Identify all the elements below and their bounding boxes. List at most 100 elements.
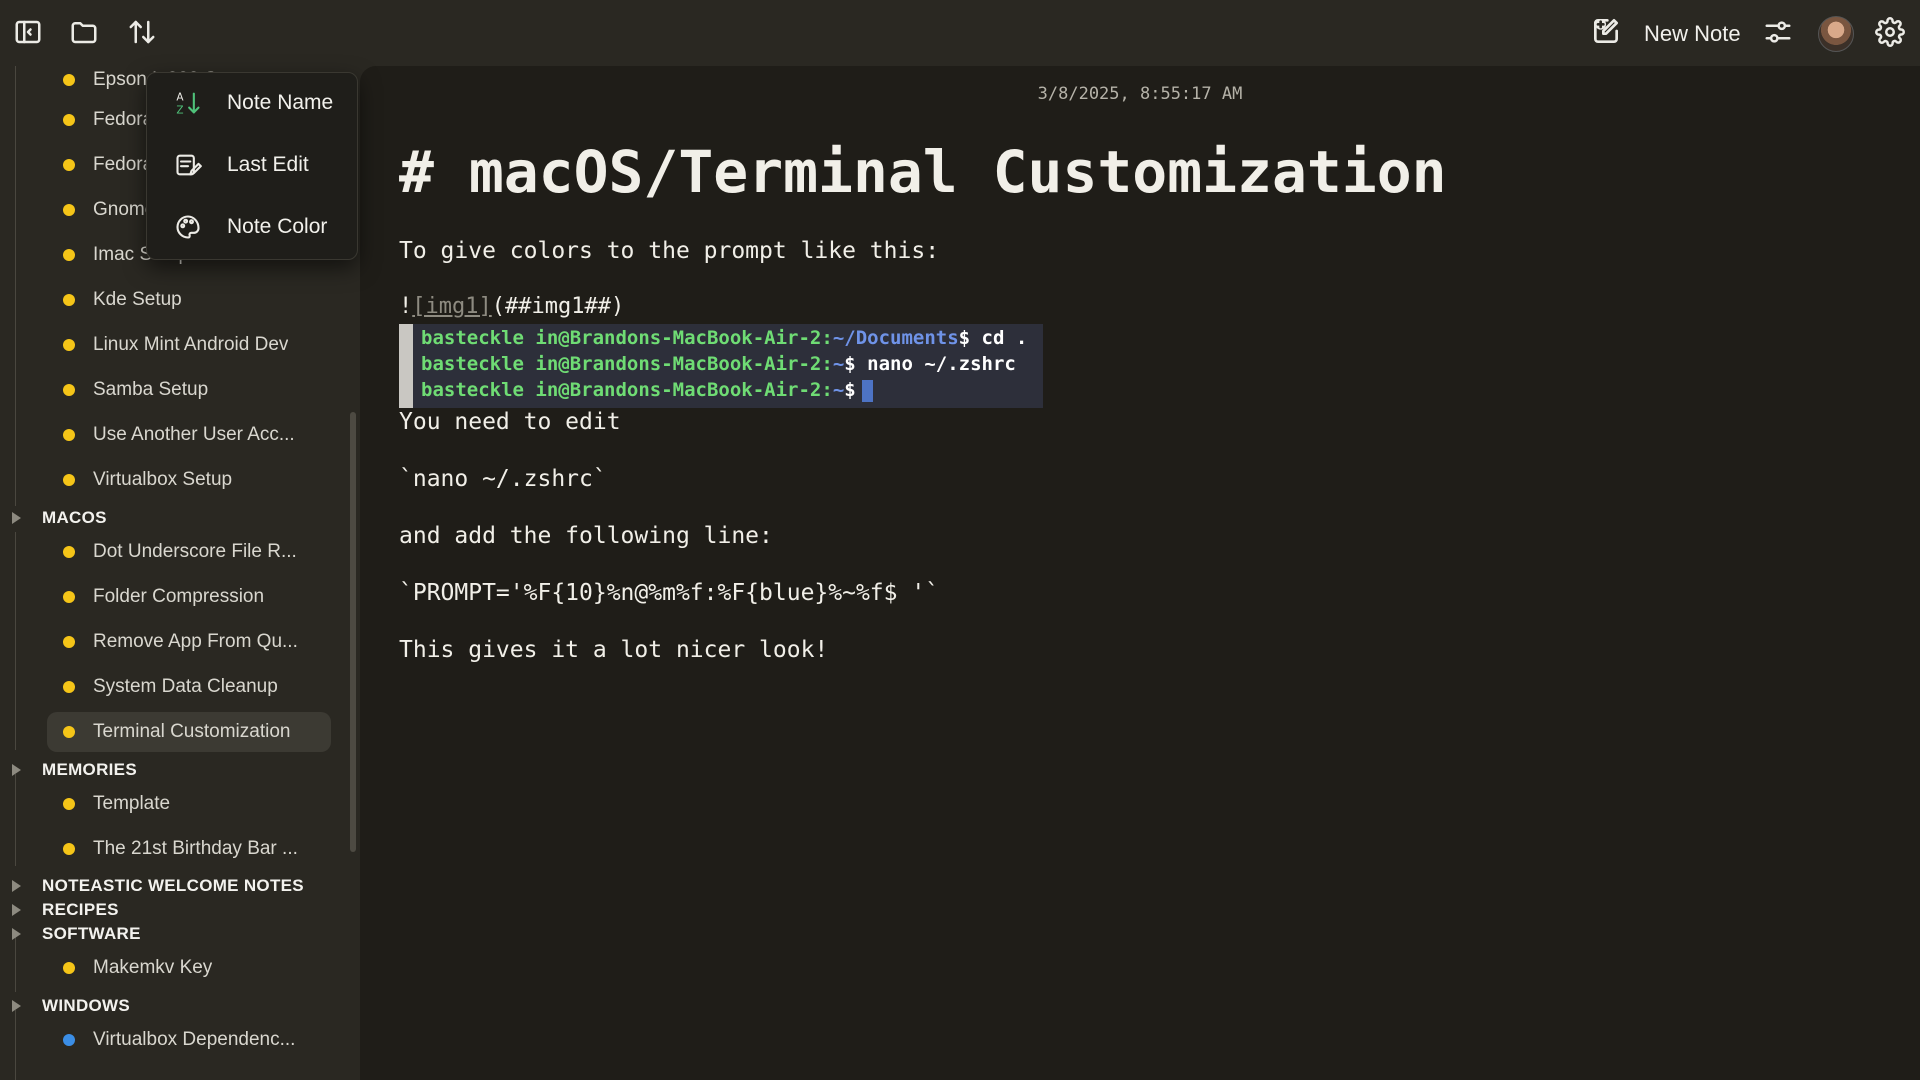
list-item[interactable]: Linux Mint Android Dev (47, 325, 331, 365)
expand-chevron-icon[interactable] (12, 512, 21, 524)
menu-item-label: Last Edit (227, 153, 309, 176)
palette-icon (173, 212, 203, 242)
note-color-dot (63, 474, 75, 486)
terminal-user: basteckle in@Brandons-MacBook-Air-2: (421, 353, 833, 375)
note-label: Remove App From Qu... (93, 631, 298, 652)
sort-menu: AZ Note Name Last Edit Note Color (146, 72, 358, 260)
folder-label: RECIPES (42, 900, 119, 919)
list-item[interactable]: Folder Compression (47, 577, 331, 617)
note-color-dot (63, 74, 75, 86)
new-note-button[interactable]: New Note (1590, 14, 1741, 54)
svg-text:Z: Z (176, 105, 183, 117)
expand-chevron-icon[interactable] (12, 1000, 21, 1012)
terminal-command: $ nano ~/.zshrc (844, 353, 1016, 375)
terminal-user: basteckle in@Brandons-MacBook-Air-2: (421, 379, 833, 401)
folder-software[interactable]: SOFTWARE (12, 922, 141, 946)
note-label: Virtualbox Setup (93, 469, 233, 490)
list-item[interactable]: Samba Setup (47, 370, 331, 410)
note-label: Template (93, 793, 171, 814)
note-label: The 21st Birthday Bar ... (93, 838, 298, 859)
note-label: Makemkv Key (93, 957, 213, 978)
terminal-cursor (861, 379, 873, 402)
folder-memories[interactable]: MEMORIES (12, 758, 137, 782)
expand-chevron-icon[interactable] (12, 904, 21, 916)
sidebar-toggle-icon[interactable] (12, 16, 44, 48)
note-color-dot (63, 429, 75, 441)
folder-label: MACOS (42, 508, 107, 527)
list-item[interactable]: Dot Underscore File R... (47, 532, 331, 572)
list-item[interactable]: Virtualbox Dependenc... (47, 1020, 331, 1060)
note-color-dot (63, 591, 75, 603)
paragraph[interactable]: and add the following line: (399, 523, 773, 549)
sort-az-icon: AZ (173, 88, 203, 118)
terminal-command: $ cd . (958, 327, 1028, 349)
note-color-dot (63, 636, 75, 648)
folder-icon[interactable] (68, 16, 100, 48)
image-link[interactable]: [img1] (412, 294, 491, 319)
menu-item-note-color[interactable]: Note Color (147, 199, 357, 255)
list-item[interactable]: Kde Setup (47, 280, 331, 320)
sidebar-scrollbar[interactable] (350, 412, 356, 852)
list-item[interactable]: The 21st Birthday Bar ... (47, 829, 331, 869)
folder-label: SOFTWARE (42, 924, 141, 943)
svg-text:A: A (176, 92, 184, 104)
list-item-selected[interactable]: Terminal Customization (47, 712, 331, 752)
code-inline[interactable]: `PROMPT='%F{10}%n@%m%f:%F{blue}%~%f$ '` (399, 580, 939, 606)
terminal-image: basteckle in@Brandons-MacBook-Air-2:~/Do… (399, 324, 1043, 408)
note-color-dot (63, 1034, 75, 1046)
note-label: Virtualbox Dependenc... (93, 1029, 296, 1050)
list-item[interactable]: Remove App From Qu... (47, 622, 331, 662)
gear-icon[interactable] (1874, 16, 1906, 48)
folder-recipes[interactable]: RECIPES (12, 898, 119, 922)
menu-item-note-name[interactable]: AZ Note Name (147, 75, 357, 131)
note-color-dot (63, 249, 75, 261)
note-editor[interactable]: 3/8/2025, 8:55:17 AM # macOS/Terminal Cu… (360, 66, 1920, 1080)
tree-line (15, 1010, 16, 1080)
note-label: Kde Setup (93, 289, 182, 310)
note-label: System Data Cleanup (93, 676, 278, 697)
paragraph[interactable]: To give colors to the prompt like this: (399, 238, 939, 264)
paragraph[interactable]: This gives it a lot nicer look! (399, 637, 828, 663)
note-label: Use Another User Acc... (93, 424, 295, 445)
note-color-dot (63, 384, 75, 396)
folder-noteastic-welcome-notes[interactable]: NOTEASTIC WELCOME NOTES (12, 874, 304, 898)
expand-chevron-icon[interactable] (12, 764, 21, 776)
note-heading[interactable]: # macOS/Terminal Customization (399, 138, 1447, 206)
terminal-command: $ (844, 379, 856, 401)
expand-chevron-icon[interactable] (12, 880, 21, 892)
sort-icon[interactable] (126, 16, 158, 48)
folder-macos[interactable]: MACOS (12, 506, 107, 530)
list-item[interactable]: Use Another User Acc... (47, 415, 331, 455)
menu-item-label: Note Color (227, 215, 328, 238)
folder-label: WINDOWS (42, 996, 131, 1015)
filter-sliders-icon[interactable] (1762, 16, 1794, 48)
note-color-dot (63, 159, 75, 171)
note-color-dot (63, 798, 75, 810)
expand-chevron-icon[interactable] (12, 928, 21, 940)
note-color-dot (63, 339, 75, 351)
code-inline[interactable]: `nano ~/.zshrc` (399, 466, 607, 492)
note-timestamp: 3/8/2025, 8:55:17 AM (1037, 84, 1243, 104)
note-label: Dot Underscore File R... (93, 541, 297, 562)
folder-windows[interactable]: WINDOWS (12, 994, 130, 1018)
note-label: Folder Compression (93, 586, 265, 607)
last-edit-icon (173, 150, 203, 180)
list-item[interactable]: Makemkv Key (47, 948, 331, 988)
paragraph[interactable]: You need to edit (399, 409, 621, 435)
list-item[interactable]: Template (47, 784, 331, 824)
menu-item-label: Note Name (227, 91, 334, 114)
top-toolbar: New Note (0, 0, 1920, 66)
menu-item-last-edit[interactable]: Last Edit (147, 137, 357, 193)
new-note-label: New Note (1644, 21, 1741, 46)
list-item[interactable]: System Data Cleanup (47, 667, 331, 707)
avatar[interactable] (1818, 16, 1854, 52)
new-note-icon (1590, 15, 1622, 53)
note-label: Terminal Customization (93, 721, 291, 742)
note-color-dot (63, 962, 75, 974)
image-reference[interactable]: ![img1](##img1##) (399, 294, 624, 319)
list-item[interactable]: Virtualbox Setup (47, 460, 331, 500)
note-color-dot (63, 204, 75, 216)
note-color-dot (63, 726, 75, 738)
terminal-left-bar (399, 324, 413, 408)
terminal-path: ~ (832, 379, 845, 401)
